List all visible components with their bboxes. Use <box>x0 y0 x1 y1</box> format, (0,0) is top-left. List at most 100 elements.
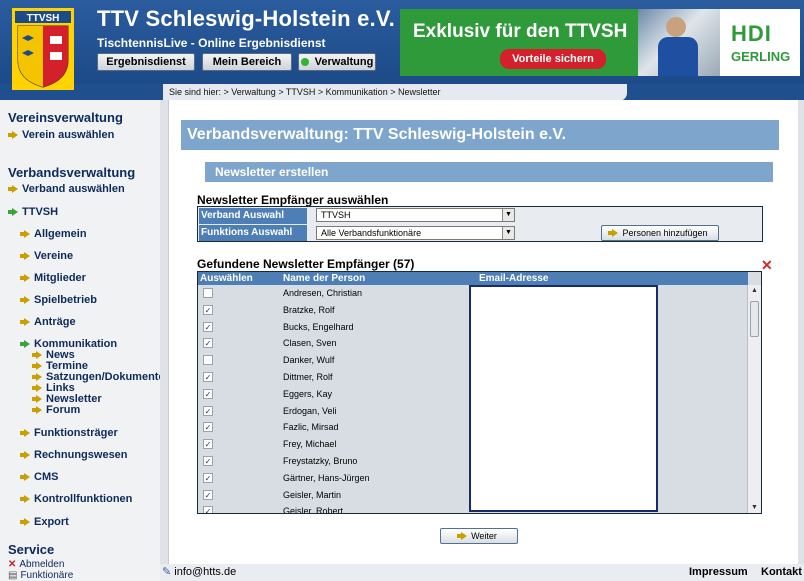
chevron-up-icon[interactable]: ▲ <box>748 285 761 297</box>
scroll-thumb[interactable] <box>750 301 759 337</box>
person-name: Andresen, Christian <box>283 288 363 298</box>
sidebar-heading-verbandsverwaltung: Verbandsverwaltung <box>8 165 136 180</box>
scrollbar[interactable]: ▲ ▼ <box>747 285 761 513</box>
sidebar-item-antraege[interactable]: Anträge <box>20 316 76 328</box>
select-checkbox[interactable] <box>203 355 213 366</box>
nav-ergebnisdienst[interactable]: Ergebnisdienst <box>97 53 195 71</box>
sidebar-item-vereine[interactable]: Vereine <box>20 250 74 262</box>
person-name: Gärtner, Hans-Jürgen <box>283 472 370 483</box>
funktion-label: Funktions Auswahl <box>199 225 307 241</box>
kontakt-link[interactable]: Kontakt <box>761 564 802 581</box>
select-checkbox[interactable]: ✓ <box>203 439 213 450</box>
person-name: Geisler, Martin <box>283 489 342 500</box>
page-title: Verbandsverwaltung: TTV Schleswig-Holste… <box>181 120 779 150</box>
add-persons-label: Personen hinzufügen <box>622 228 708 238</box>
arrow-icon <box>20 318 30 326</box>
arrow-icon <box>8 208 18 216</box>
hdi-logo: HDI GERLING <box>720 9 800 76</box>
arrow-icon <box>20 230 30 238</box>
sidebar-heading-vereinsverwaltung: Vereinsverwaltung <box>8 110 123 125</box>
sidebar-item-cms[interactable]: CMS <box>20 471 58 483</box>
player-head <box>666 17 686 37</box>
select-checkbox[interactable]: ✓ <box>203 489 213 500</box>
chevron-down-icon[interactable]: ▼ <box>502 209 514 221</box>
sidebar-item-allgemein[interactable]: Allgemein <box>20 228 87 240</box>
hdi-logo-top: HDI <box>731 21 772 46</box>
sidebar-item-verband-auswaehlen[interactable]: Verband auswählen <box>8 183 125 195</box>
select-checkbox[interactable] <box>203 288 213 298</box>
ad-banner[interactable]: Exklusiv für den TTVSH Vorteile sichern … <box>400 9 800 76</box>
sidebar-item-abmelden[interactable]: ✕ Abmelden <box>8 559 64 570</box>
arrow-icon <box>608 229 619 237</box>
recipients-heading: Newsletter Empfänger auswählen <box>197 193 389 207</box>
sidebar-item-label: Kontrollfunktionen <box>34 493 133 505</box>
user-icon: ✎ <box>162 566 172 578</box>
breadcrumb: Sie sind hier: > Verwaltung > TTVSH > Ko… <box>163 84 627 101</box>
column-email: Email-Adresse <box>479 273 549 284</box>
sidebar-item-funktionstraeger[interactable]: Funktionsträger <box>20 427 118 439</box>
arrow-icon <box>20 451 30 459</box>
sidebar-item-ttvsh[interactable]: TTVSH <box>8 206 58 218</box>
select-checkbox[interactable]: ✓ <box>203 338 213 349</box>
person-name: Danker, Wulf <box>283 355 335 366</box>
footer: ✎ info@htts.de Impressum Kontakt <box>160 564 804 581</box>
arrow-icon <box>457 532 468 540</box>
add-persons-button[interactable]: Personen hinzufügen <box>601 225 719 241</box>
sidebar-item-rechnungswesen[interactable]: Rechnungswesen <box>20 449 128 461</box>
arrow-icon <box>20 473 30 481</box>
select-checkbox[interactable]: ✓ <box>203 506 213 513</box>
sidebar-item-mitglieder[interactable]: Mitglieder <box>20 272 86 284</box>
sidebar-item-label: Vereine <box>34 250 74 262</box>
sidebar-item-spielbetrieb[interactable]: Spielbetrieb <box>20 294 97 306</box>
impressum-link[interactable]: Impressum <box>689 564 748 581</box>
email-column-box <box>469 285 658 512</box>
main-content: Verbandsverwaltung: TTV Schleswig-Holste… <box>160 100 804 564</box>
select-checkbox[interactable]: ✓ <box>203 372 213 382</box>
nav-mein-bereich[interactable]: Mein Bereich <box>202 53 292 71</box>
select-checkbox[interactable]: ✓ <box>203 422 213 433</box>
person-name: Fazlic, Mirsad <box>283 422 339 433</box>
banner-cta-button[interactable]: Vorteile sichern <box>500 49 606 69</box>
person-name: Dittmer, Rolf <box>283 372 333 382</box>
select-checkbox[interactable]: ✓ <box>203 405 213 416</box>
chevron-down-icon[interactable]: ▼ <box>502 227 514 239</box>
arrow-icon <box>32 406 42 414</box>
logo-text: TTVSH <box>27 13 60 24</box>
found-heading: Gefundene Newsletter Empfänger (57) <box>197 257 415 271</box>
sidebar-item-kontrollfunktionen[interactable]: Kontrollfunktionen <box>20 493 133 505</box>
chevron-down-icon[interactable]: ▼ <box>748 502 761 513</box>
sidebar-item-label: Spielbetrieb <box>34 294 97 306</box>
recipient-form: Verband Auswahl TTVSH ▼ Funktions Auswah… <box>197 206 763 242</box>
sidebar-item-verein-auswaehlen[interactable]: Verein auswählen <box>8 129 114 141</box>
person-name: Freystatzky, Bruno <box>283 456 358 466</box>
select-checkbox[interactable]: ✓ <box>203 304 213 315</box>
verband-label: Verband Auswahl <box>199 208 307 224</box>
select-checkbox[interactable]: ✓ <box>203 388 213 399</box>
arrow-icon <box>32 384 42 392</box>
funktion-select[interactable]: Alle Verbandsfunktionäre ▼ <box>316 226 515 240</box>
list-icon: ▤ <box>8 570 18 581</box>
arrow-icon <box>32 351 42 359</box>
sidebar-item-label: Abmelden <box>19 559 65 570</box>
nav-verwaltung[interactable]: Verwaltung <box>298 53 376 71</box>
sidebar-sub-forum[interactable]: Forum <box>32 404 80 416</box>
email-text: info@htts.de <box>174 566 237 578</box>
sidebar-item-export[interactable]: Export <box>20 516 69 528</box>
arrow-icon <box>8 131 18 139</box>
email-link[interactable]: ✎ info@htts.de <box>162 564 236 581</box>
banner-headline: Exklusiv für den TTVSH <box>413 21 628 42</box>
select-checkbox[interactable]: ✓ <box>203 321 213 332</box>
active-dot-icon <box>300 58 309 66</box>
ttvsh-logo[interactable]: TTVSH <box>12 8 74 90</box>
arrow-icon <box>32 362 42 370</box>
next-button[interactable]: Weiter <box>440 528 518 544</box>
person-name: Eggers, Kay <box>283 388 333 399</box>
verband-select[interactable]: TTVSH ▼ <box>316 208 515 222</box>
close-icon[interactable]: ✕ <box>761 257 773 274</box>
column-select: Auswählen <box>200 273 253 284</box>
arrow-icon <box>32 373 42 381</box>
select-checkbox[interactable]: ✓ <box>203 472 213 483</box>
sidebar-item-funktionaere[interactable]: ▤ Funktionäre <box>8 570 73 581</box>
sidebar-item-label: Rechnungswesen <box>34 449 128 461</box>
select-checkbox[interactable]: ✓ <box>203 456 213 466</box>
